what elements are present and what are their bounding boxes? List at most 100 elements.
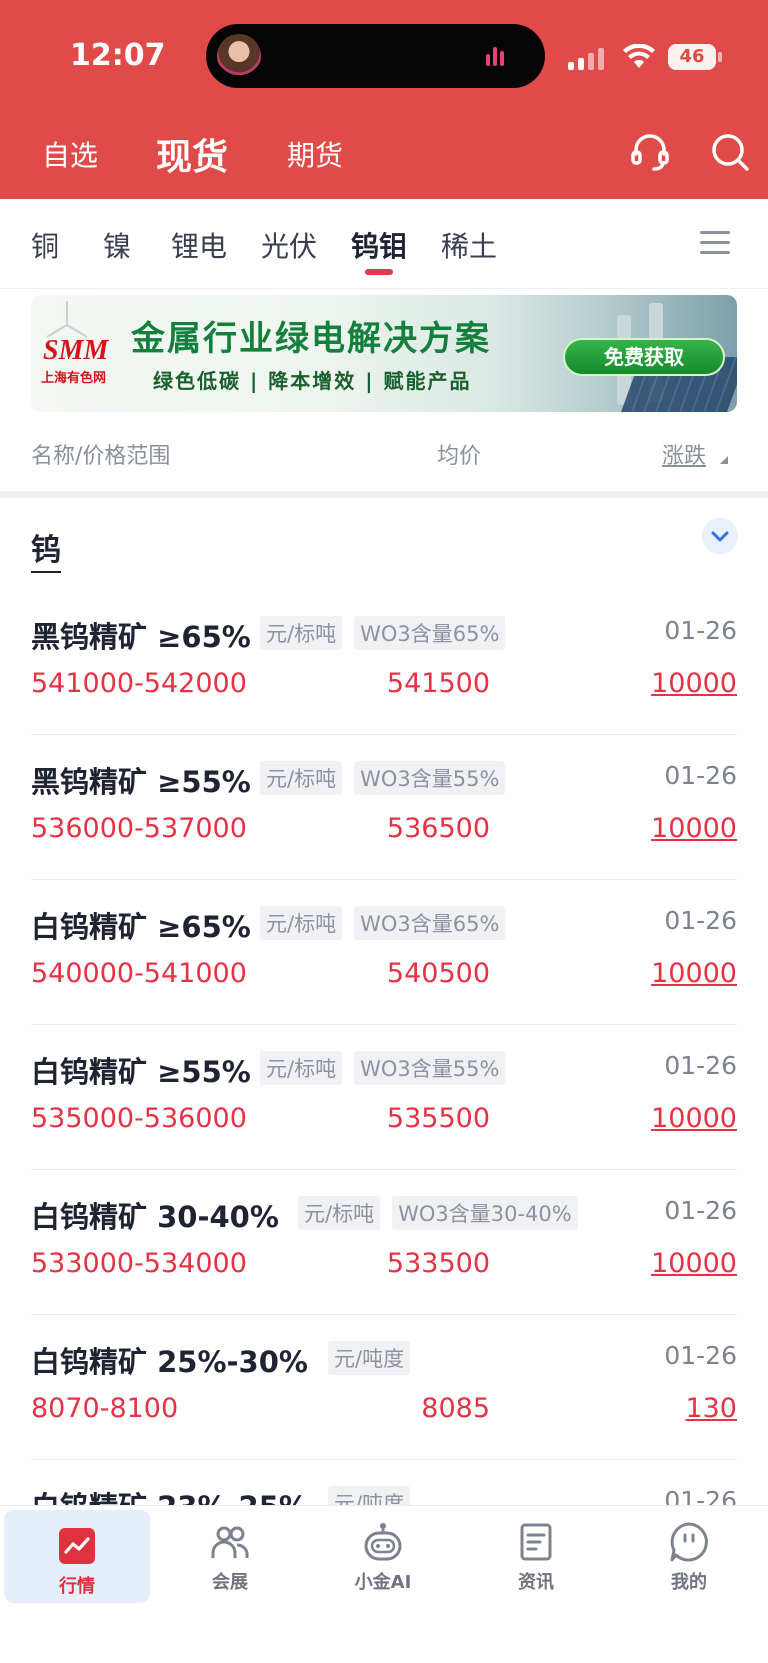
audio-bars-icon	[486, 47, 504, 66]
product-tags: 元/吨度	[328, 1486, 411, 1505]
price-range: 535000-536000	[31, 1103, 247, 1134]
customer-service-icon[interactable]	[628, 130, 672, 174]
price-row[interactable]: 黑钨精矿 ≥65% 元/标吨 WO3含量65% 01-26 541000-542…	[0, 590, 768, 735]
status-icons: 46	[568, 40, 728, 76]
column-average: 均价	[437, 444, 482, 469]
nav-label: 小金AI	[354, 1572, 412, 1593]
average-price: 536500	[386, 813, 490, 844]
category-tab-tungsten-molybdenum[interactable]: 钨钼	[351, 225, 407, 265]
nav-ai[interactable]: 小金AI	[310, 1506, 456, 1601]
price-change[interactable]: 10000	[651, 813, 737, 844]
nav-label: 我的	[671, 1572, 707, 1593]
spec-tag: WO3含量65%	[354, 906, 506, 940]
active-tab-indicator	[365, 269, 393, 275]
price-row[interactable]: 白钨精矿 30-40% 元/标吨 WO3含量30-40% 01-26 53300…	[0, 1170, 768, 1315]
banner-subtitle: 绿色低碳 | 降本增效 | 赋能产品	[153, 369, 472, 393]
tab-spot[interactable]: 现货	[156, 128, 228, 180]
people-icon	[211, 1526, 249, 1558]
price-range: 533000-534000	[31, 1248, 247, 1279]
unit-tag: 元/标吨	[260, 1051, 343, 1085]
app-header: 12:07 46 自选 现货 期货	[0, 0, 768, 199]
price-change[interactable]: 10000	[651, 1248, 737, 1279]
nav-news[interactable]: 资讯	[463, 1506, 609, 1601]
unit-tag: 元/吨度	[328, 1486, 411, 1505]
nav-label: 资讯	[518, 1572, 554, 1593]
document-icon	[520, 1523, 552, 1561]
spec-tag: WO3含量55%	[354, 761, 506, 795]
status-time: 12:07	[70, 38, 166, 73]
smm-logo-subtitle: 上海有色网	[41, 371, 107, 386]
price-row[interactable]: 白钨精矿 25%-30% 元/吨度 01-26 8070-8100 8085 1…	[0, 1315, 768, 1460]
price-range: 541000-542000	[31, 668, 247, 699]
tab-futures[interactable]: 期货	[287, 134, 343, 174]
price-change[interactable]: 10000	[651, 668, 737, 699]
unit-tag: 元/吨度	[328, 1341, 411, 1375]
menu-icon[interactable]	[698, 228, 732, 258]
banner-title: 金属行业绿电解决方案	[131, 319, 491, 359]
now-playing-avatar[interactable]	[217, 34, 261, 78]
nav-label: 行情	[59, 1576, 95, 1597]
category-tab-nickel[interactable]: 镍	[103, 225, 131, 265]
nav-market[interactable]: 行情	[4, 1510, 150, 1603]
price-range: 536000-537000	[31, 813, 247, 844]
average-price: 8085	[421, 1393, 490, 1424]
free-get-button[interactable]: 免费获取	[563, 338, 725, 376]
average-price: 535500	[386, 1103, 490, 1134]
nav-label: 会展	[212, 1572, 248, 1593]
product-tags: 元/标吨 WO3含量55%	[260, 1051, 506, 1085]
search-icon[interactable]	[708, 130, 752, 174]
wifi-icon	[623, 44, 655, 68]
metal-category-tabs: 铜 镍 锂电 光伏 钨钼 稀土	[0, 199, 768, 289]
price-change[interactable]: 10000	[651, 958, 737, 989]
price-change[interactable]: 10000	[651, 1103, 737, 1134]
spec-tag: WO3含量55%	[354, 1051, 506, 1085]
section-title-tungsten[interactable]: 钨	[31, 525, 61, 573]
product-name: 白钨精矿 25%-30%	[31, 1345, 308, 1379]
product-tags: 元/吨度	[328, 1341, 411, 1375]
nav-profile[interactable]: 我的	[616, 1506, 762, 1601]
chevron-down-icon	[711, 531, 729, 542]
bottom-navigation: 行情 会展 小金AI 资讯 我的	[0, 1505, 768, 1663]
category-tab-copper[interactable]: 铜	[31, 225, 59, 265]
cellular-signal-icon	[568, 48, 604, 70]
price-row[interactable]: 白钨精矿 23%-25% 元/吨度 01-26	[0, 1460, 768, 1505]
product-tags: 元/标吨 WO3含量65%	[260, 616, 506, 650]
category-tab-pv[interactable]: 光伏	[261, 225, 317, 265]
product-tags: 元/标吨 WO3含量30-40%	[298, 1196, 578, 1230]
product-name: 白钨精矿 ≥55%	[31, 1055, 251, 1089]
spec-tag: WO3含量30-40%	[392, 1196, 578, 1230]
price-range: 540000-541000	[31, 958, 247, 989]
nav-exhibitions[interactable]: 会展	[157, 1506, 303, 1601]
unit-tag: 元/标吨	[298, 1196, 381, 1230]
product-name: 黑钨精矿 ≥55%	[31, 765, 251, 799]
price-date: 01-26	[664, 1486, 737, 1505]
price-change[interactable]: 130	[685, 1393, 737, 1424]
category-tab-lithium[interactable]: 锂电	[171, 225, 227, 265]
column-change-sort[interactable]: 涨跌	[662, 438, 706, 470]
product-tags: 元/标吨 WO3含量65%	[260, 906, 506, 940]
product-name: 白钨精矿 ≥65%	[31, 910, 251, 944]
price-row[interactable]: 黑钨精矿 ≥55% 元/标吨 WO3含量55% 01-26 536000-537…	[0, 735, 768, 880]
trend-chart-icon	[59, 1528, 95, 1564]
collapse-section-button[interactable]	[702, 518, 738, 554]
promo-banner[interactable]: SMM 上海有色网 金属行业绿电解决方案 绿色低碳 | 降本增效 | 赋能产品 …	[31, 295, 737, 412]
spec-tag: WO3含量65%	[354, 616, 506, 650]
price-table-header: 名称/价格范围 均价 涨跌	[0, 420, 768, 490]
price-range: 8070-8100	[31, 1393, 179, 1424]
robot-icon	[364, 1523, 402, 1561]
price-row[interactable]: 白钨精矿 ≥55% 元/标吨 WO3含量55% 01-26 535000-536…	[0, 1025, 768, 1170]
category-tab-rare-earth[interactable]: 稀土	[441, 225, 497, 265]
price-list: 黑钨精矿 ≥65% 元/标吨 WO3含量65% 01-26 541000-542…	[0, 590, 768, 1505]
product-name: 白钨精矿 30-40%	[31, 1200, 279, 1234]
unit-tag: 元/标吨	[260, 616, 343, 650]
sort-indicator-icon[interactable]	[720, 456, 728, 464]
battery-nub	[718, 52, 722, 62]
tab-watchlist[interactable]: 自选	[42, 134, 98, 174]
unit-tag: 元/标吨	[260, 906, 343, 940]
section-divider	[0, 491, 768, 498]
price-date: 01-26	[664, 761, 737, 790]
product-tags: 元/标吨 WO3含量55%	[260, 761, 506, 795]
price-row[interactable]: 白钨精矿 ≥65% 元/标吨 WO3含量65% 01-26 540000-541…	[0, 880, 768, 1025]
column-name-range: 名称/价格范围	[31, 444, 171, 469]
price-date: 01-26	[664, 1051, 737, 1080]
